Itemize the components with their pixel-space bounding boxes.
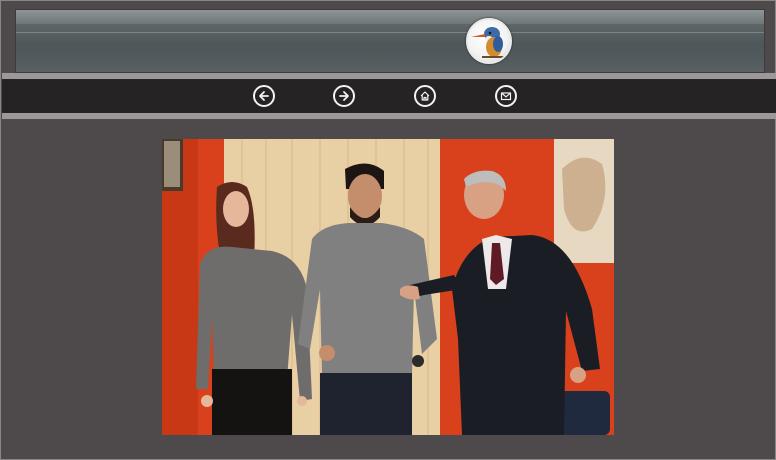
arrow-right-icon [339,91,349,101]
arrow-left-icon [259,91,269,101]
home-icon [420,91,430,101]
mail-icon [500,92,512,101]
back-button[interactable] [253,85,275,107]
kingfisher-logo-icon[interactable] [466,18,512,64]
three-people-photo [162,139,614,435]
banner-horizon [16,32,764,33]
forward-button[interactable] [333,85,355,107]
nav-bottom-border [2,113,776,119]
home-button[interactable] [414,85,436,107]
header-banner [15,9,765,73]
mail-button[interactable] [495,85,517,107]
banner-sky [16,10,764,24]
navigation-bar [2,79,776,113]
